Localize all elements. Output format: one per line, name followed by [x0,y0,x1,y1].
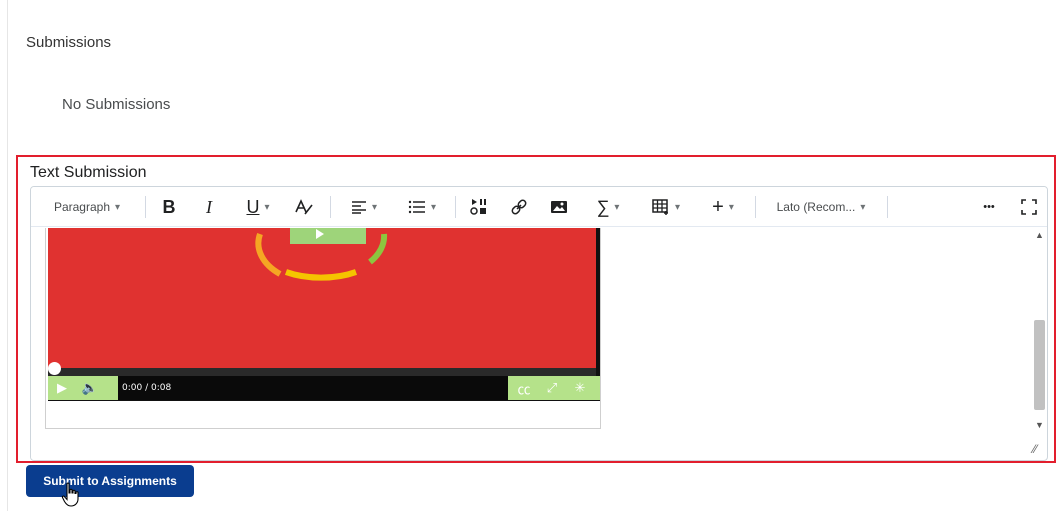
fullscreen-button[interactable] [1015,187,1043,227]
toolbar-divider [330,196,331,218]
editor-scrollbar[interactable]: ▲ ▼ [1031,228,1047,438]
toolbar-divider [145,196,146,218]
underline-icon: U [246,196,260,217]
text-submission-editor[interactable]: Paragraph ▾ B I U ▾ ▾ ▾ ∑ ▾ ▾ + ▾ Lato (… [30,186,1048,461]
insert-media-button[interactable] [465,187,493,227]
scroll-thumb[interactable] [1034,320,1045,410]
captions-icon[interactable]: ㏄ [510,379,538,398]
table-icon [652,199,668,215]
text-style-icon [295,199,313,215]
insert-image-button[interactable] [545,187,573,227]
chevron-down-icon: ▾ [264,201,270,213]
scroll-up-icon[interactable]: ▲ [1035,230,1044,240]
paragraph-format-dropdown[interactable]: Paragraph ▾ [41,187,133,227]
insert-plus-icon: + [712,195,724,218]
insert-plus-dropdown[interactable]: + ▾ [701,187,745,227]
list-icon [408,200,425,214]
editor-content-area[interactable]: ▶ 🔈 0:00 / 0:08 ㏄ ⤢ ✳ [31,228,1031,460]
no-submissions-text: No Submissions [62,96,171,113]
font-family-label: Lato (Recom... [776,200,856,214]
bold-button[interactable]: B [155,187,183,227]
equation-icon: ∑ [596,196,610,217]
underline-button[interactable]: U ▾ [235,187,281,227]
chevron-down-icon: ▾ [430,201,437,213]
paragraph-format-label: Paragraph [53,200,110,214]
align-dropdown[interactable]: ▾ [341,187,387,227]
hand-cursor-icon [61,482,79,507]
toolbar-divider [887,196,888,218]
embedded-video-player[interactable]: ▶ 🔈 0:00 / 0:08 ㏄ ⤢ ✳ [45,228,601,429]
submissions-heading: Submissions [26,34,112,51]
chevron-down-icon: ▾ [728,201,734,213]
font-family-dropdown[interactable]: Lato (Recom... ▾ [765,187,877,227]
video-logo-graphic [255,228,388,281]
loading-icon: ✳ [574,380,586,395]
play-icon[interactable]: ▶ [48,380,76,396]
video-controls: ▶ 🔈 0:00 / 0:08 ㏄ ⤢ ✳ [48,376,600,400]
scroll-down-icon[interactable]: ▼ [1035,420,1044,430]
chevron-down-icon: ▾ [674,201,681,213]
bold-icon: B [162,196,176,217]
progress-scrubber[interactable] [48,362,61,375]
chevron-down-icon: ▾ [614,201,620,213]
resize-handle-icon[interactable]: ⁄⁄ [1033,442,1037,456]
volume-icon[interactable]: 🔈 [76,380,104,396]
table-dropdown[interactable]: ▾ [643,187,689,227]
page-left-border [7,0,8,511]
more-options-button[interactable]: ••• [975,187,1003,227]
italic-icon: I [206,196,212,217]
video-time-display: 0:00 / 0:08 [118,376,508,400]
fullscreen-icon [1021,199,1037,215]
toolbar-divider [755,196,756,218]
text-style-button[interactable] [289,187,319,227]
editor-toolbar: Paragraph ▾ B I U ▾ ▾ ▾ ∑ ▾ ▾ + ▾ Lato (… [31,187,1047,227]
toolbar-divider [455,196,456,218]
video-thumbnail [48,228,596,368]
expand-icon[interactable]: ⤢ [538,380,566,396]
italic-button[interactable]: I [195,187,223,227]
align-icon [351,201,366,214]
video-progress-bar[interactable] [48,362,596,376]
chevron-down-icon: ▾ [860,201,866,213]
image-icon [551,201,567,213]
equation-dropdown[interactable]: ∑ ▾ [585,187,631,227]
insert-link-button[interactable] [505,187,533,227]
text-submission-label: Text Submission [30,164,147,181]
more-icon: ••• [983,201,995,213]
media-icon [470,199,486,215]
link-icon [511,199,527,215]
submit-to-assignments-button[interactable]: Submit to Assignments [26,465,194,497]
list-dropdown[interactable]: ▾ [399,187,445,227]
chevron-down-icon: ▾ [371,201,378,213]
chevron-down-icon: ▾ [115,201,121,213]
